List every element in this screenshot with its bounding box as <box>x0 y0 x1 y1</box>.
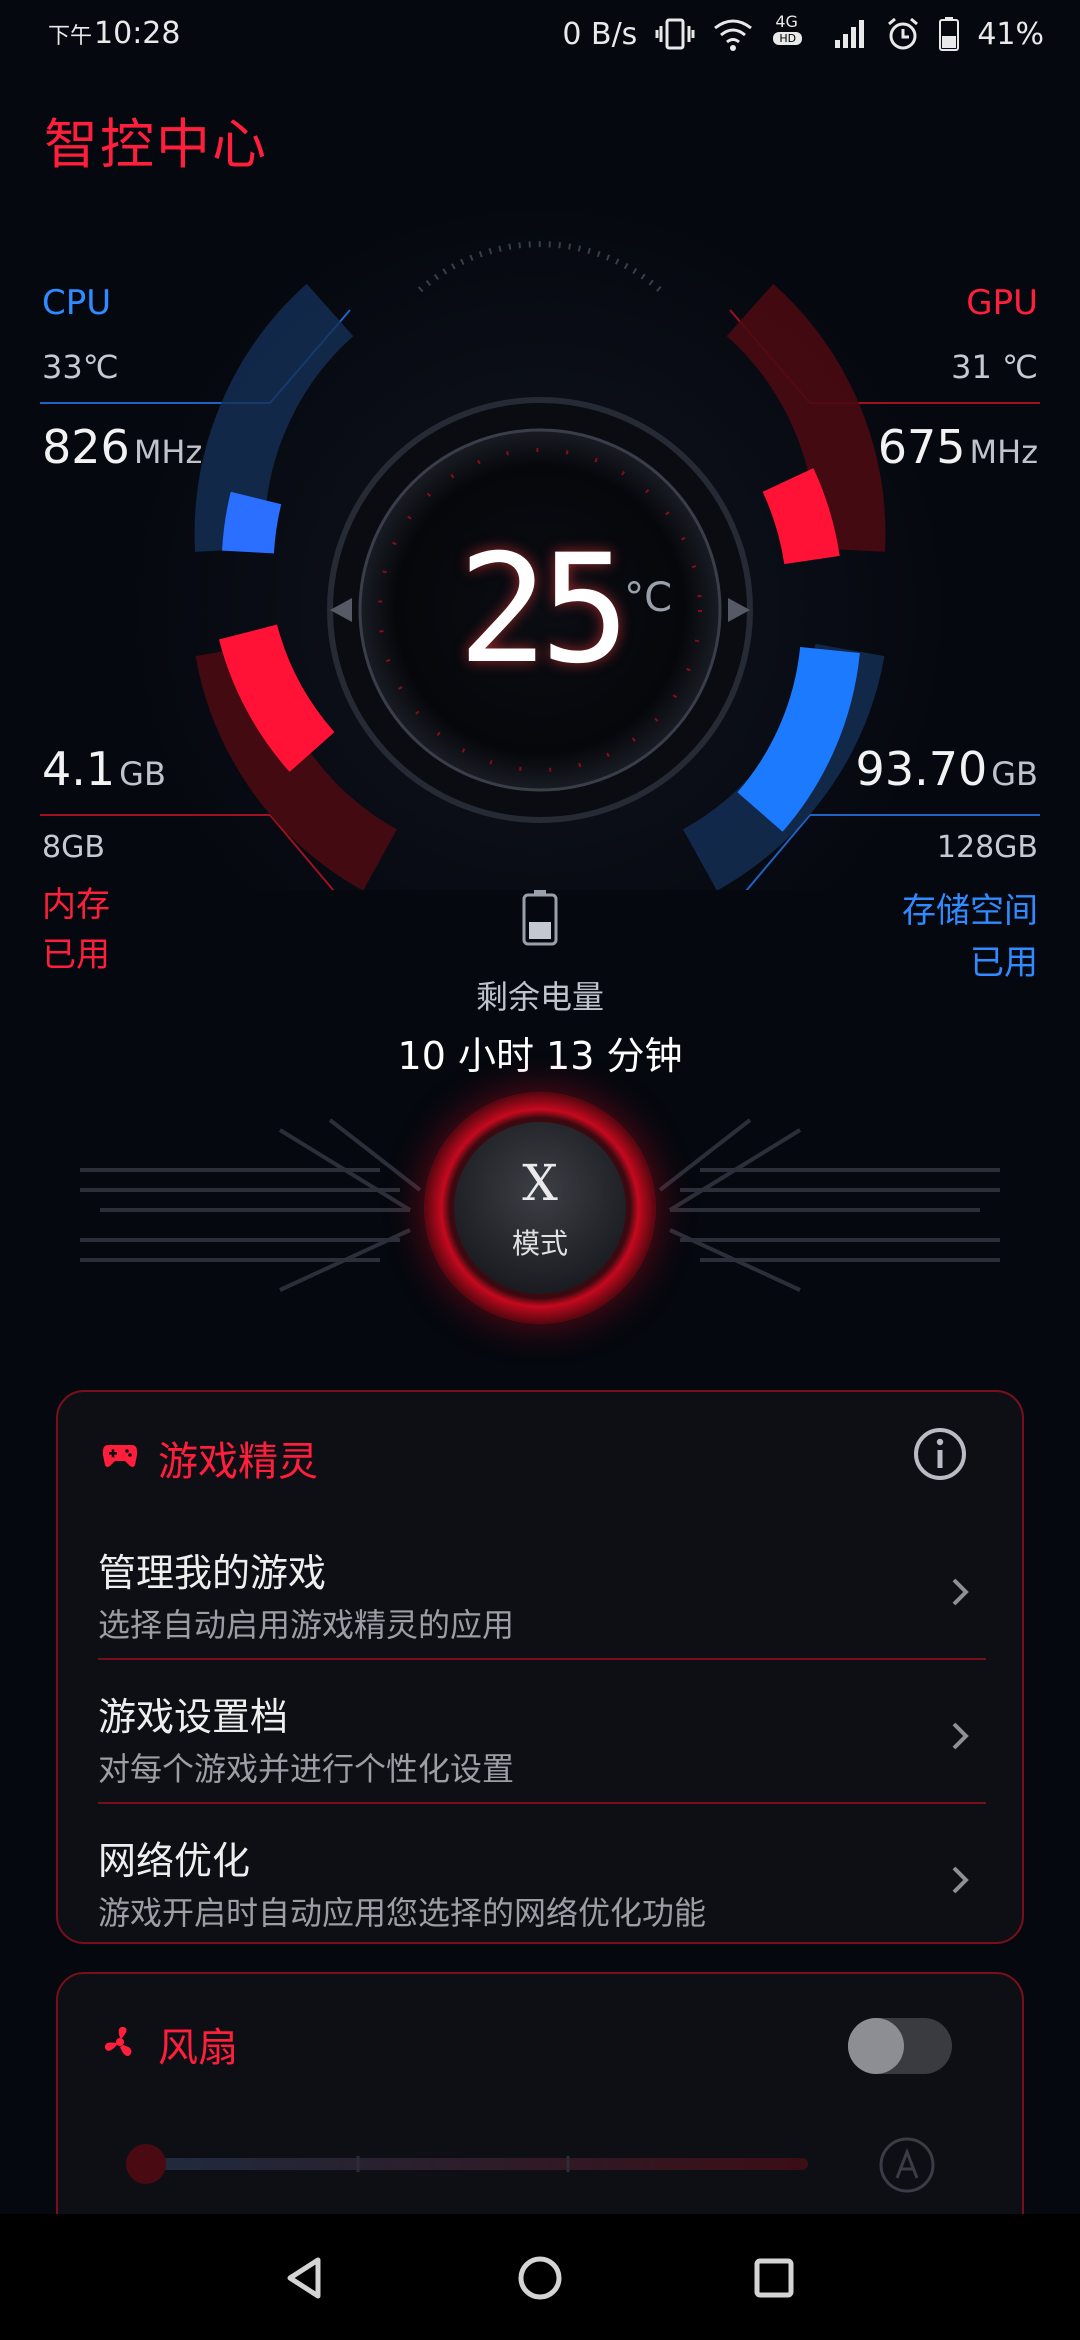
memory-label-line1: 内存 <box>42 885 110 925</box>
game-genie-card: 游戏精灵 管理我的游戏 选择自动启用游戏精灵的应用 游戏设置档 对每个游戏并进行… <box>56 1390 1024 1944</box>
net-speed: 0 B/s <box>562 16 638 52</box>
cpu-temp-wrap: 33℃ <box>42 348 119 386</box>
back-button[interactable] <box>274 2246 338 2310</box>
game-profiles-subtitle: 对每个游戏并进行个性化设置 <box>98 1750 515 1788</box>
x-mode-label: 模式 <box>511 1227 568 1260</box>
manage-games-subtitle: 选择自动启用游戏精灵的应用 <box>98 1606 515 1644</box>
status-bar: 下午10:28 0 B/s 4G HD 41% <box>0 0 1080 70</box>
game-genie-title: 游戏精灵 <box>158 1439 318 1485</box>
cpu-temp: 33℃ <box>42 348 119 386</box>
storage-total: 128GB <box>936 830 1038 865</box>
network-hd-label: HD <box>773 32 803 45</box>
x-mode-button[interactable]: X 模式 <box>424 1092 656 1324</box>
storage-used-unit: GB <box>991 755 1038 793</box>
battery-remaining-label: 剩余电量 <box>475 978 604 1016</box>
gpu-temp-wrap: 31 ℃ <box>951 348 1038 386</box>
home-button[interactable] <box>508 2246 572 2310</box>
temperature-unit: °C <box>624 575 672 621</box>
x-mode-glyph: X <box>522 1154 558 1212</box>
gpu-freq-unit: MHz <box>969 433 1038 471</box>
memory-total-wrap: 8GB <box>42 830 105 865</box>
game-profiles-row[interactable]: 游戏设置档 对每个游戏并进行个性化设置 <box>98 1664 986 1808</box>
fan-toggle-knob <box>848 2018 904 2074</box>
fan-toggle[interactable] <box>848 2018 952 2074</box>
network-optimization-title: 网络优化 <box>98 1839 251 1883</box>
home-icon <box>518 2256 562 2300</box>
fan-speed-slider[interactable] <box>118 2144 838 2184</box>
memory-used: 4.1 GB <box>42 742 166 796</box>
gpu-panel: GPU <box>966 283 1038 323</box>
fan-title: 风扇 <box>158 2025 238 2071</box>
navigation-bar <box>0 2214 1080 2340</box>
chevron-right-icon <box>952 1578 969 1606</box>
memory-used-unit: GB <box>119 755 166 793</box>
chevron-right-icon <box>952 1722 969 1750</box>
battery-percent: 41% <box>977 16 1044 52</box>
clock-period: 下午 <box>48 24 93 49</box>
back-icon <box>287 2257 321 2299</box>
storage-used: 93.70 GB <box>856 742 1038 796</box>
chevron-right-icon <box>952 1866 969 1894</box>
cpu-freq-value: 826 <box>42 420 130 474</box>
vibrate-icon <box>655 16 695 52</box>
info-icon[interactable] <box>912 1426 968 1482</box>
battery-icon <box>939 17 960 51</box>
manage-games-row[interactable]: 管理我的游戏 选择自动启用游戏精灵的应用 <box>98 1520 986 1664</box>
battery-remaining-value: 10 小时 13 分钟 <box>397 1034 683 1078</box>
gamepad-icon <box>102 1443 138 1473</box>
network-optimization-subtitle: 游戏开启时自动应用您选择的网络优化功能 <box>98 1894 707 1932</box>
gpu-frequency: 675 MHz <box>878 420 1038 474</box>
temperature-value: 25 <box>457 523 631 697</box>
memory-total: 8GB <box>42 830 105 865</box>
cpu-panel: CPU <box>42 283 111 323</box>
game-genie-header: 游戏精灵 <box>102 1428 318 1488</box>
network-type-icon: 4G HD <box>771 12 815 52</box>
storage-used-value: 93.70 <box>855 742 988 796</box>
status-icons: 0 B/s 4G HD 41% <box>562 12 1044 54</box>
fan-auto-icon[interactable] <box>878 2136 936 2194</box>
battery-remaining-icon <box>522 890 558 950</box>
gpu-label: GPU <box>966 283 1038 323</box>
page-title: 智控中心 <box>44 113 268 176</box>
row-divider <box>98 1802 986 1804</box>
clock-time: 10:28 <box>94 16 181 51</box>
recents-button[interactable] <box>742 2246 806 2310</box>
network-type-label: 4G <box>775 12 798 31</box>
signal-icon <box>833 18 867 50</box>
center-temperature: 25 °C <box>440 515 672 705</box>
manage-games-title: 管理我的游戏 <box>98 1551 327 1595</box>
recents-icon <box>754 2258 794 2298</box>
wifi-icon <box>713 16 753 52</box>
clock: 下午10:28 <box>48 16 180 51</box>
cpu-frequency: 826 MHz <box>42 420 202 474</box>
storage-label-line1: 存储空间 <box>902 891 1038 931</box>
game-profiles-title: 游戏设置档 <box>98 1695 289 1739</box>
alarm-icon <box>885 16 921 52</box>
network-optimization-row[interactable]: 网络优化 游戏开启时自动应用您选择的网络优化功能 <box>98 1808 986 1952</box>
fan-header: 风扇 <box>102 2014 238 2074</box>
cpu-freq-unit: MHz <box>133 433 203 471</box>
storage-total-wrap: 128GB <box>937 830 1038 865</box>
row-divider <box>98 1658 986 1660</box>
cpu-label: CPU <box>42 283 112 323</box>
memory-label: 内存 已用 <box>42 880 110 980</box>
fan-icon <box>102 2024 138 2064</box>
gpu-temp: 31 ℃ <box>951 348 1038 386</box>
memory-used-value: 4.1 <box>42 742 116 796</box>
gpu-freq-value: 675 <box>877 420 966 474</box>
